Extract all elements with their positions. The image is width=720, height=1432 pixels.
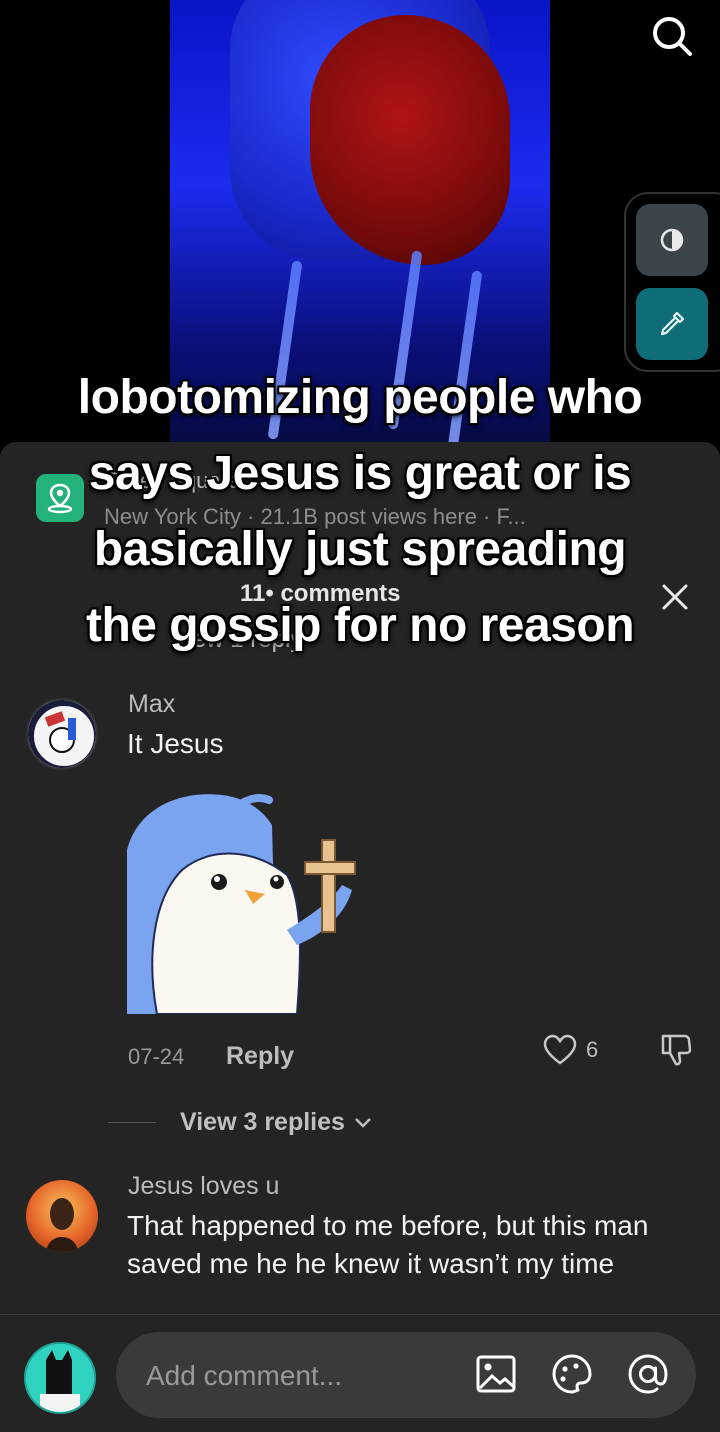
comment-text: It Jesus [127,728,224,759]
caption-line: basically just spreading [93,523,627,576]
avatar[interactable] [26,698,98,770]
comment-text: That happened to me before, but this man… [127,1210,649,1279]
image-icon [476,1355,516,1393]
video-red-shape [310,15,510,265]
emoji-icon [552,1354,592,1394]
mention-button[interactable] [626,1352,670,1396]
contrast-icon [660,228,684,252]
comment-input[interactable] [144,1332,448,1420]
video-caption: lobotomizing people who says Jesus is gr… [0,360,720,664]
my-avatar[interactable] [24,1342,96,1414]
avatar-image [26,1344,94,1412]
mention-icon [628,1354,668,1394]
view-replies-label: View 3 replies [180,1108,345,1136]
search-icon [653,17,692,56]
thumbs-down-icon [661,1034,692,1066]
comment-author[interactable]: Max [128,690,175,719]
avatar-image [46,1198,78,1252]
comment-input-wrapper [116,1332,696,1420]
like-count: 6 [586,1037,599,1062]
view-replies-button[interactable]: View 3 replies [108,1108,373,1137]
penguin-cross-image [127,794,356,1015]
penguin-sticker [127,790,367,1015]
color-picker-icon [660,311,685,336]
avatar[interactable] [26,1180,98,1252]
emoji-button[interactable] [550,1352,594,1396]
chevron-down-icon [355,1117,371,1128]
dislike-button[interactable] [658,1032,694,1073]
tool-panel [624,192,720,372]
caption-line: says Jesus is great or is [88,447,632,500]
color-picker-button[interactable] [636,288,708,360]
comment-author[interactable]: Jesus loves u [128,1172,279,1201]
replies-divider [108,1122,156,1123]
contrast-button[interactable] [636,204,708,276]
caption-line: the gossip for no reason [85,599,635,652]
like-button[interactable]: 6 [542,1034,598,1066]
search-button[interactable] [650,14,694,58]
caption-line: lobotomizing people who [77,371,643,424]
heart-icon [543,1034,577,1065]
comment-date: 07-24 [128,1044,185,1069]
image-button[interactable] [474,1352,518,1396]
reply-button[interactable]: Reply [226,1042,294,1071]
